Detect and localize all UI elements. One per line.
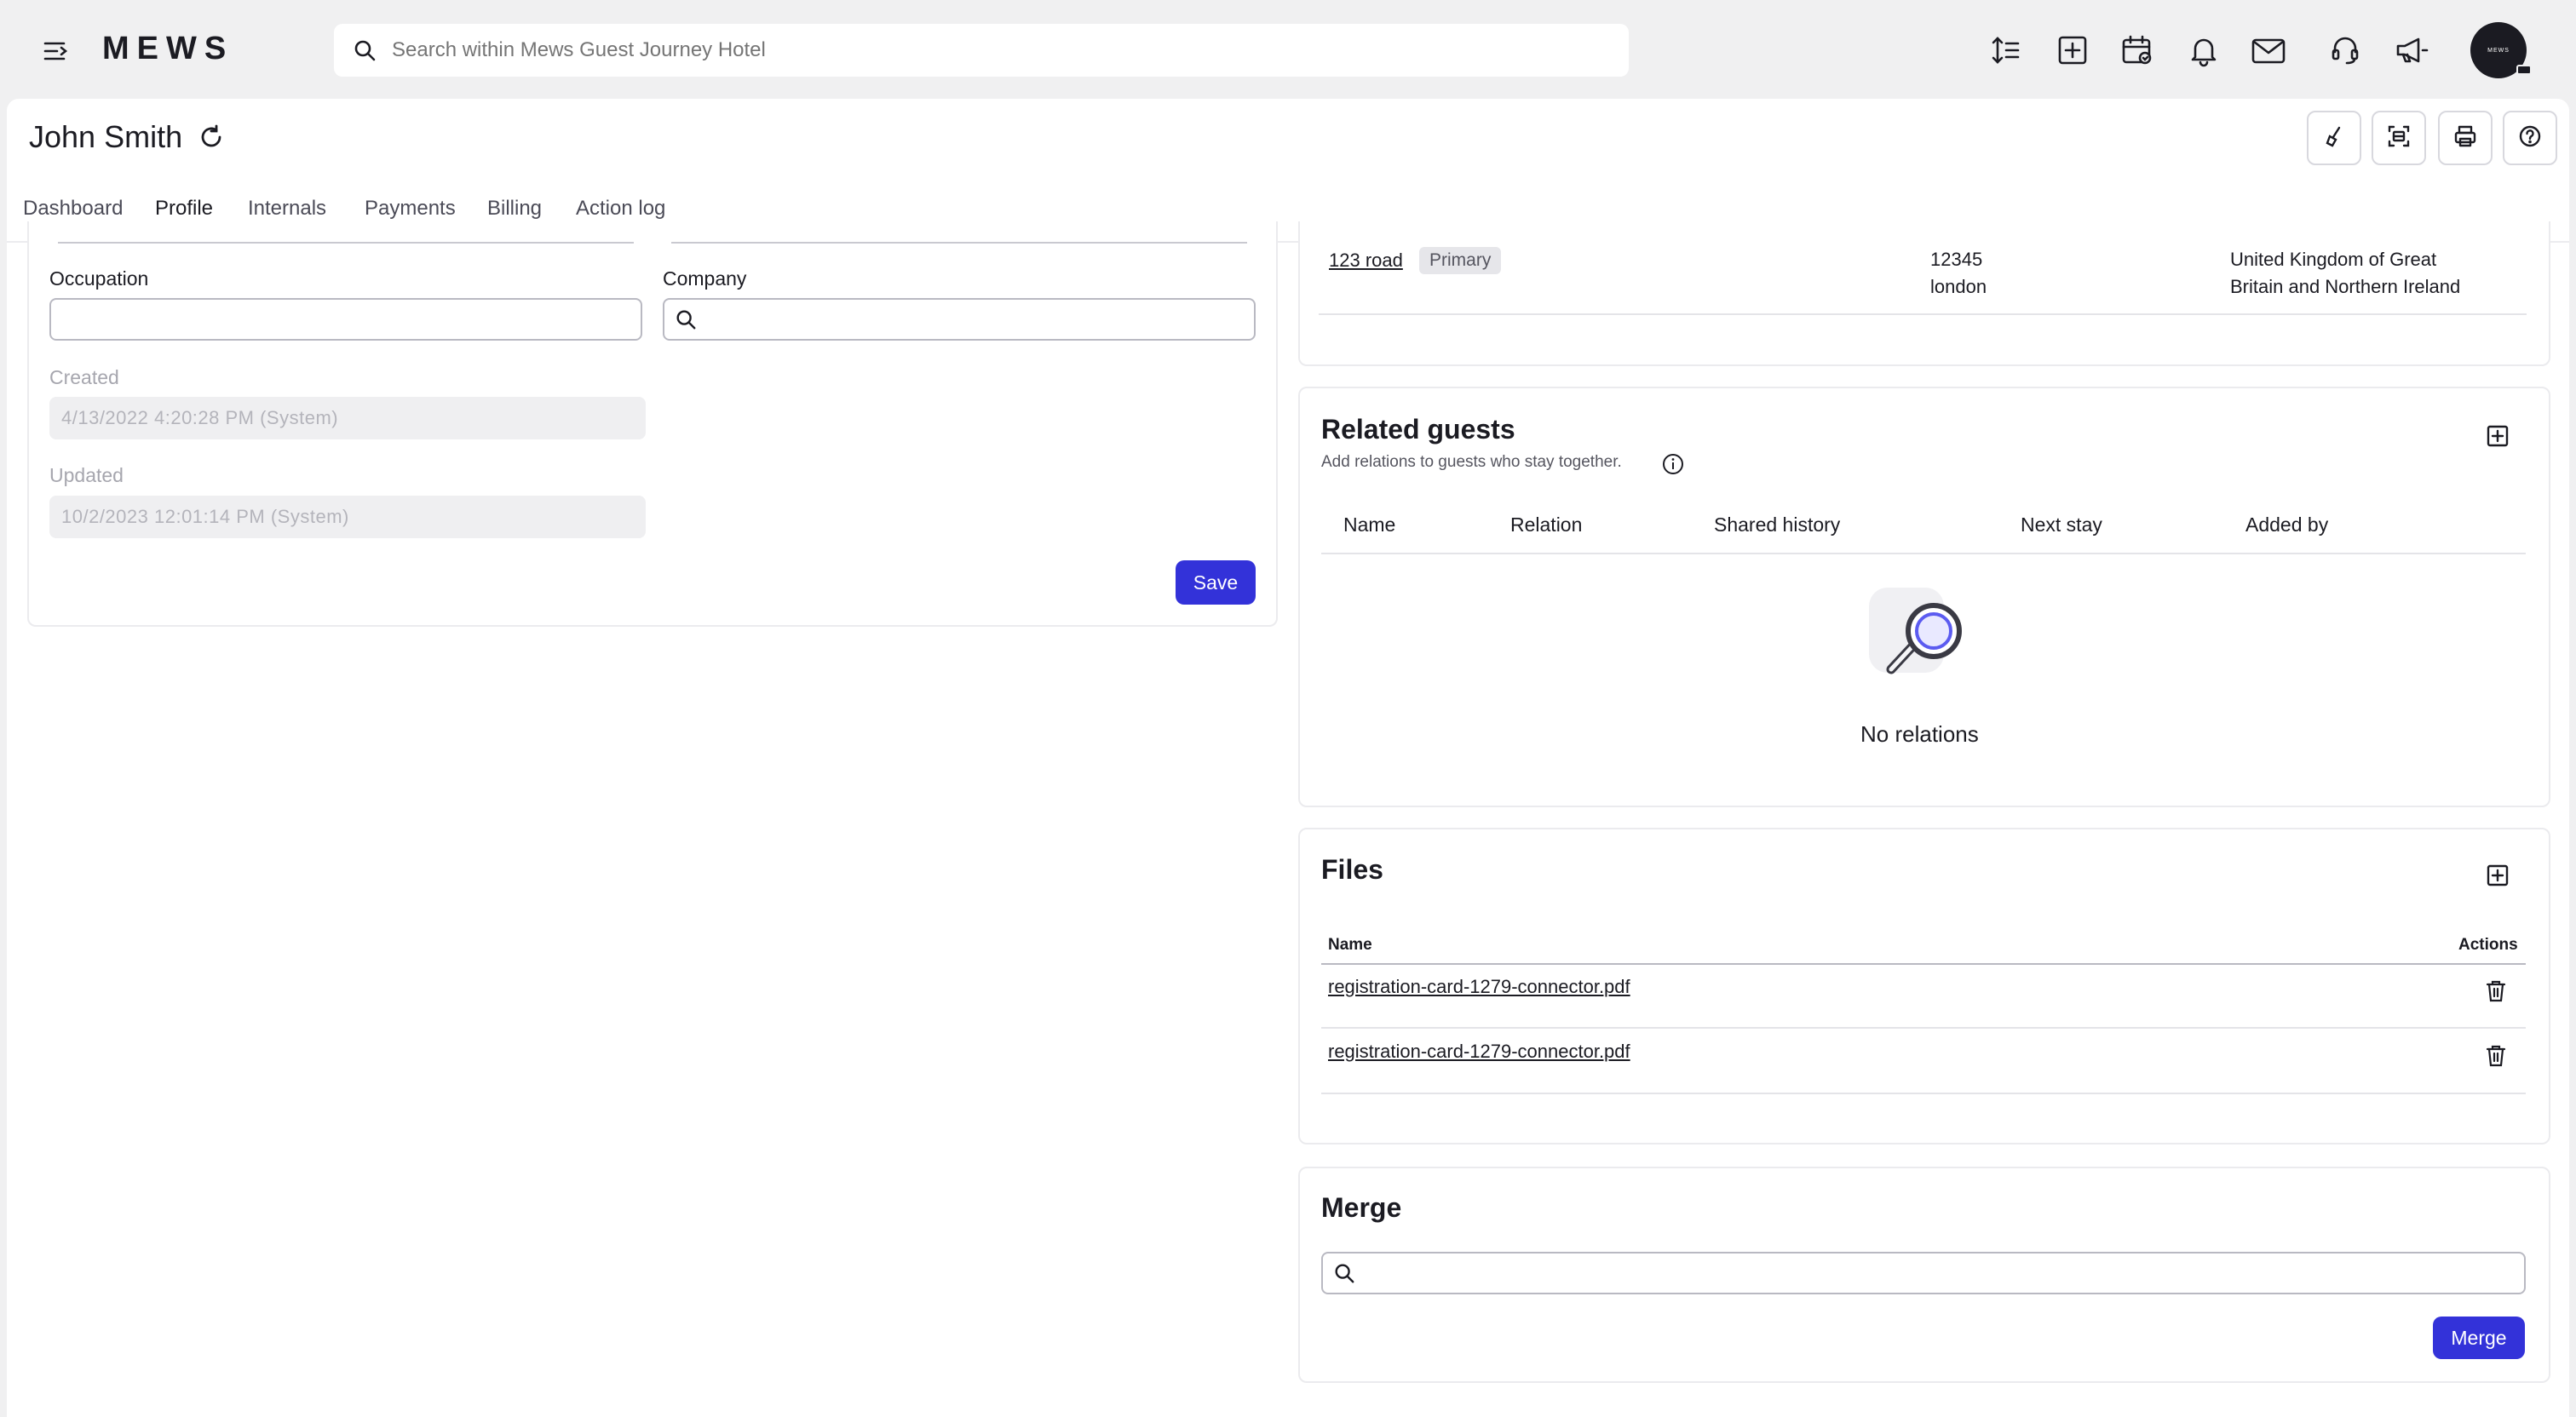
previous-field-edge bbox=[671, 242, 1247, 244]
trash-icon bbox=[2485, 979, 2507, 1007]
column-header-relation[interactable]: Relation bbox=[1510, 513, 1582, 536]
mail-icon[interactable] bbox=[2247, 29, 2290, 72]
avatar-label: MEWS bbox=[2487, 47, 2510, 54]
occupation-label: Occupation bbox=[49, 267, 149, 290]
previous-field-edge bbox=[58, 242, 634, 244]
info-icon[interactable] bbox=[1661, 452, 1685, 480]
search-icon bbox=[353, 38, 377, 66]
printer-icon bbox=[2452, 123, 2478, 153]
address-street-link[interactable]: 123 road bbox=[1329, 250, 1403, 272]
company-search-field[interactable] bbox=[663, 298, 1256, 341]
column-header-name[interactable]: Name bbox=[1343, 513, 1395, 536]
merge-search-field[interactable] bbox=[1321, 1252, 2526, 1294]
related-guests-subtitle: Add relations to guests who stay togethe… bbox=[1321, 453, 1622, 471]
help-button[interactable] bbox=[2503, 111, 2557, 165]
add-square-icon bbox=[2486, 863, 2510, 892]
updated-label: Updated bbox=[49, 464, 124, 486]
magnifier-illustration-icon bbox=[1866, 584, 1968, 691]
files-column-name: Name bbox=[1328, 936, 1372, 954]
save-button[interactable]: Save bbox=[1176, 560, 1256, 605]
scan-button[interactable] bbox=[2372, 111, 2426, 165]
add-square-icon bbox=[2486, 424, 2510, 452]
top-bar: MEWS MEWS bbox=[0, 0, 2576, 99]
delete-file-button[interactable] bbox=[2479, 976, 2513, 1010]
bell-icon[interactable] bbox=[2182, 29, 2225, 72]
primary-badge: Primary bbox=[1419, 247, 1502, 274]
avatar[interactable]: MEWS bbox=[2470, 22, 2532, 78]
files-title: Files bbox=[1321, 854, 1383, 885]
support-icon[interactable] bbox=[2324, 29, 2366, 72]
column-header-added-by[interactable]: Added by bbox=[2245, 513, 2328, 536]
broom-button[interactable] bbox=[2307, 111, 2361, 165]
search-icon bbox=[1333, 1262, 1355, 1288]
updated-field: 10/2/2023 12:01:14 PM (System) bbox=[49, 496, 646, 538]
avatar-status-badge bbox=[2516, 65, 2532, 75]
address-city: london bbox=[1930, 276, 1987, 297]
file-link[interactable]: registration-card-1279-connector.pdf bbox=[1328, 1041, 1630, 1063]
company-label: Company bbox=[663, 267, 747, 290]
address-row-divider bbox=[1319, 313, 2527, 315]
no-relations-text: No relations bbox=[1860, 721, 1979, 747]
broom-icon bbox=[2322, 124, 2346, 152]
print-button[interactable] bbox=[2438, 111, 2493, 165]
page-title: John Smith bbox=[29, 119, 183, 154]
help-icon bbox=[2517, 123, 2543, 153]
occupation-field[interactable] bbox=[49, 298, 642, 341]
files-header-divider bbox=[1321, 963, 2526, 965]
files-column-actions: Actions bbox=[2458, 936, 2518, 954]
add-file-button[interactable] bbox=[2479, 858, 2516, 896]
file-link[interactable]: registration-card-1279-connector.pdf bbox=[1328, 976, 1630, 998]
merge-title: Merge bbox=[1321, 1192, 1402, 1223]
search-icon bbox=[675, 308, 697, 335]
address-country-line2: Britain and Northern Ireland bbox=[2230, 276, 2461, 297]
global-search[interactable] bbox=[334, 24, 1629, 77]
delete-file-button[interactable] bbox=[2479, 1041, 2513, 1075]
address-postal-code: 12345 bbox=[1930, 249, 1983, 270]
table-header-divider bbox=[1321, 553, 2526, 554]
file-row-divider bbox=[1321, 1093, 2526, 1094]
add-relation-button[interactable] bbox=[2479, 419, 2516, 456]
trash-icon bbox=[2485, 1044, 2507, 1072]
scan-icon bbox=[2386, 123, 2412, 153]
add-square-icon[interactable] bbox=[2051, 29, 2094, 72]
related-guests-title: Related guests bbox=[1321, 414, 1515, 445]
refresh-icon[interactable] bbox=[198, 123, 225, 155]
calendar-icon[interactable] bbox=[2116, 29, 2159, 72]
megaphone-icon[interactable] bbox=[2390, 29, 2433, 72]
file-row-divider bbox=[1321, 1027, 2526, 1029]
sort-icon[interactable] bbox=[1985, 29, 2027, 72]
mews-logo[interactable]: MEWS bbox=[102, 31, 233, 67]
menu-icon[interactable] bbox=[36, 31, 77, 72]
address-country-line1: United Kingdom of Great bbox=[2230, 249, 2437, 270]
created-label: Created bbox=[49, 366, 119, 388]
column-header-shared-history[interactable]: Shared history bbox=[1714, 513, 1840, 536]
created-field: 4/13/2022 4:20:28 PM (System) bbox=[49, 397, 646, 439]
search-input[interactable] bbox=[392, 38, 1629, 62]
merge-button[interactable]: Merge bbox=[2433, 1317, 2525, 1359]
column-header-next-stay[interactable]: Next stay bbox=[2021, 513, 2102, 536]
